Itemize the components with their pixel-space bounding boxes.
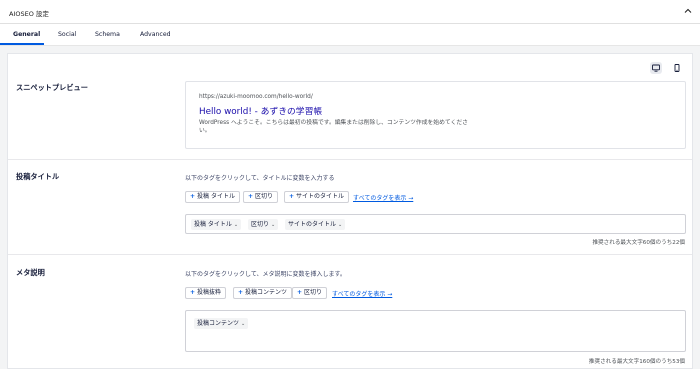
tag-label: 投稿コンテンツ <box>245 289 288 296</box>
section-divider <box>8 254 692 255</box>
chip-label: 区切り <box>251 221 270 228</box>
snippet-preview: https://azuki-moomoo.com/hello-world/ He… <box>185 81 686 149</box>
preview-url: https://azuki-moomoo.com/hello-world/ <box>199 94 313 100</box>
plus-icon: + <box>190 193 196 200</box>
insert-tag-post-excerpt[interactable]: + 投稿抜粋 <box>185 287 227 299</box>
insert-tag-separator[interactable]: + 区切り <box>243 191 279 203</box>
preview-title: Hello world! - あずきの学習帳 <box>199 107 323 117</box>
meta-description-label: メタ説明 <box>16 268 45 277</box>
tab-general[interactable]: General <box>13 31 40 38</box>
aioseo-settings-panel: AIOSEO 設定 General Social Schema Advanced <box>0 0 700 369</box>
tag-label: 投稿 タイトル <box>197 193 235 200</box>
desktop-preview-button[interactable] <box>650 62 662 74</box>
chevron-down-icon[interactable]: ⌄ <box>338 222 342 228</box>
tag-label: 区切り <box>255 193 274 200</box>
meta-description-char-counter: 推奨される最大文字160個のうち53個 <box>588 359 685 365</box>
tag-chip[interactable]: 区切り ⌄ <box>248 219 279 230</box>
tab-schema[interactable]: Schema <box>95 31 120 38</box>
panel-header[interactable]: AIOSEO 設定 <box>0 0 700 24</box>
tag-label: サイトのタイトル <box>296 193 345 200</box>
chevron-down-icon[interactable]: ⌄ <box>234 222 238 228</box>
tag-label: 区切り <box>304 289 323 296</box>
post-title-field[interactable]: 投稿 タイトル ⌄ 区切り ⌄ サイトのタイトル ⌄ <box>185 214 686 234</box>
settings-tabs: General Social Schema Advanced <box>0 24 700 46</box>
tag-label: 投稿抜粋 <box>197 289 222 296</box>
show-all-tags-link[interactable]: すべてのタグを表示 → <box>332 289 392 298</box>
chip-label: 投稿コンテンツ <box>197 320 240 327</box>
insert-tag-post-content[interactable]: + 投稿コンテンツ <box>233 287 293 299</box>
plus-icon: + <box>238 289 244 296</box>
plus-icon: + <box>248 193 254 200</box>
plus-icon: + <box>190 289 196 296</box>
insert-tag-separator[interactable]: + 区切り <box>292 287 328 299</box>
mobile-preview-button[interactable] <box>671 62 683 74</box>
post-title-label: 投稿タイトル <box>16 172 60 181</box>
meta-description-field[interactable]: 投稿コンテンツ ⌄ <box>185 310 686 352</box>
settings-content: スニペットプレビュー https://azuki-moomoo.com/hell… <box>0 46 700 369</box>
plus-icon: + <box>289 193 295 200</box>
show-all-tags-link[interactable]: すべてのタグを表示 → <box>353 193 413 202</box>
mobile-icon <box>674 64 680 72</box>
snippet-preview-label: スニペットプレビュー <box>16 83 88 92</box>
post-title-char-counter: 推奨される最大文字60個のうち22個 <box>592 240 685 246</box>
insert-tag-site-title[interactable]: + サイトのタイトル <box>284 191 350 203</box>
plus-icon: + <box>297 289 303 296</box>
tab-social[interactable]: Social <box>58 31 76 38</box>
panel-title: AIOSEO 設定 <box>9 10 49 18</box>
caret-up-icon[interactable] <box>684 7 692 15</box>
meta-description-helper: 以下のタグをクリックして、メタ説明に変数を挿入します。 <box>185 271 346 278</box>
general-settings-card: スニペットプレビュー https://azuki-moomoo.com/hell… <box>7 53 693 369</box>
tag-chip[interactable]: 投稿 タイトル ⌄ <box>191 219 242 230</box>
chip-label: サイトのタイトル <box>288 221 337 228</box>
chip-label: 投稿 タイトル <box>194 221 232 228</box>
tag-chip[interactable]: サイトのタイトル ⌄ <box>285 219 346 230</box>
section-divider <box>8 159 692 160</box>
tag-chip[interactable]: 投稿コンテンツ ⌄ <box>194 318 249 329</box>
chevron-down-icon[interactable]: ⌄ <box>241 321 245 327</box>
insert-tag-post-title[interactable]: + 投稿 タイトル <box>185 191 240 203</box>
tab-advanced[interactable]: Advanced <box>140 31 171 38</box>
preview-description: WordPress へようこそ。こちらは最初の投稿です。編集または削除し、コンテ… <box>199 120 468 134</box>
chevron-down-icon[interactable]: ⌄ <box>271 222 275 228</box>
post-title-helper: 以下のタグをクリックして、タイトルに変数を入力する <box>185 175 335 182</box>
desktop-icon <box>652 64 660 72</box>
active-tab-indicator <box>0 43 44 45</box>
